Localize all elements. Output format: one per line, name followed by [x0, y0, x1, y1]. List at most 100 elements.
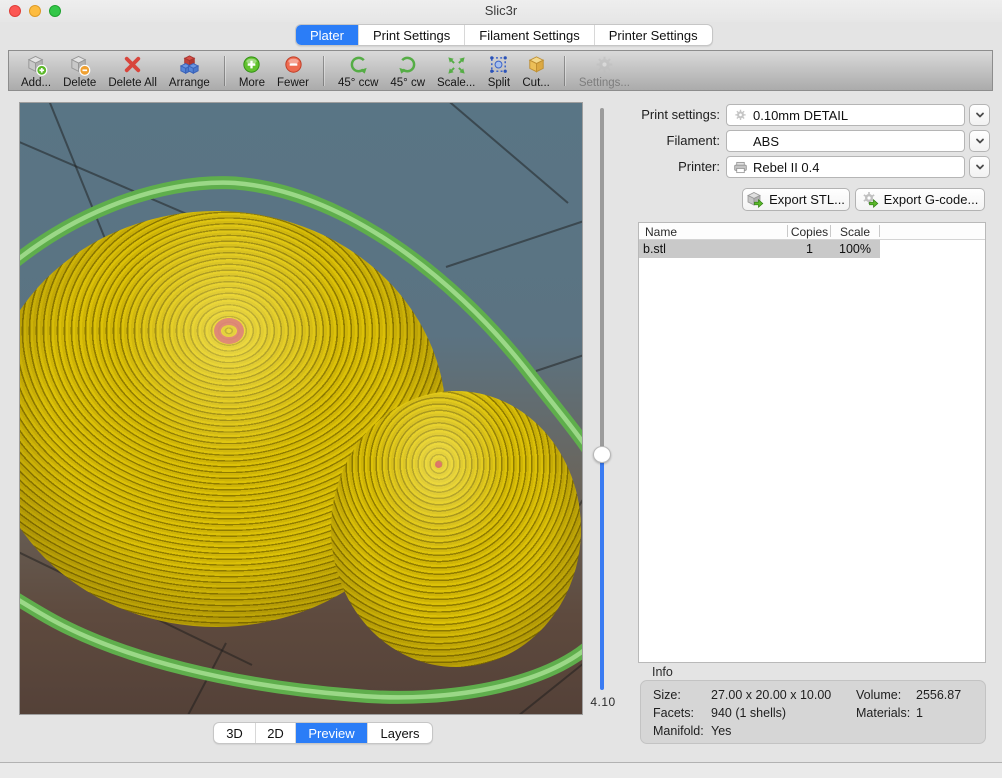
export-stl-button[interactable]: Export STL... [742, 188, 850, 211]
print-settings-label: Print settings: [620, 107, 720, 122]
info-materials-value: 1 [916, 706, 923, 720]
object-copies-cell: 1 [788, 242, 831, 256]
delete-all-label: Delete All [108, 77, 157, 90]
printer-label: Printer: [620, 159, 720, 174]
rotate-cw-button[interactable]: 45° cw [384, 52, 431, 90]
column-header-copies[interactable]: Copies [788, 225, 831, 239]
slic3r-window: Slic3r Plater Print Settings Filament Se… [0, 0, 1002, 778]
delete-button[interactable]: Delete [57, 52, 102, 90]
object-list-table[interactable]: Name Copies Scale b.stl 1 100% [638, 222, 986, 663]
export-gcode-button[interactable]: Export G-code... [855, 188, 985, 211]
object-name-cell: b.stl [643, 242, 666, 256]
info-manifold-value: Yes [711, 724, 731, 738]
delete-label: Delete [63, 77, 96, 90]
column-header-name[interactable]: Name [645, 225, 677, 239]
settings-icon [593, 54, 616, 77]
info-size-label: Size: [653, 688, 681, 702]
info-manifold-label: Manifold: [653, 724, 704, 738]
skirt-loop-path [20, 103, 583, 715]
filament-combo[interactable]: ABS [726, 130, 965, 152]
print-settings-value: 0.10mm DETAIL [753, 108, 848, 123]
printer-value: Rebel II 0.4 [753, 160, 820, 175]
cut-label: Cut... [522, 77, 549, 90]
status-strip [0, 762, 1002, 778]
rotate-ccw-button[interactable]: 45° ccw [332, 52, 384, 90]
window-title: Slic3r [0, 3, 1002, 18]
tab-plater[interactable]: Plater [296, 25, 359, 45]
view-mode-tabs: 3D 2D Preview Layers [213, 722, 433, 744]
add-part-icon [25, 54, 48, 77]
settings-button[interactable]: Settings... [573, 52, 636, 90]
export-gcode-icon [862, 191, 879, 208]
arrange-icon [178, 54, 201, 77]
view-tab-2d[interactable]: 2D [256, 723, 296, 743]
fewer-button[interactable]: Fewer [271, 52, 315, 90]
info-materials-label: Materials: [856, 706, 910, 720]
layer-slider-thumb[interactable] [593, 446, 611, 463]
column-divider [879, 225, 880, 237]
layer-slider-track[interactable] [600, 108, 604, 448]
printer-combo[interactable]: Rebel II 0.4 [726, 156, 965, 178]
split-icon [487, 54, 510, 77]
toolbar-separator [224, 56, 225, 86]
tab-print-settings[interactable]: Print Settings [359, 25, 465, 45]
object-row-bstl[interactable]: b.stl 1 100% [639, 240, 880, 258]
view-tab-layers[interactable]: Layers [368, 723, 432, 743]
preview-3d-canvas[interactable] [19, 102, 583, 715]
info-volume-label: Volume: [856, 688, 901, 702]
scale-icon [445, 54, 468, 77]
print-settings-dropdown-button[interactable] [969, 104, 990, 126]
title-bar: Slic3r [0, 0, 1002, 22]
view-tab-preview[interactable]: Preview [296, 723, 368, 743]
layer-slider-track-filled[interactable] [600, 456, 604, 690]
tab-filament-settings[interactable]: Filament Settings [465, 25, 594, 45]
toolbar-separator [323, 56, 324, 86]
print-settings-combo[interactable]: 0.10mm DETAIL [726, 104, 965, 126]
more-button[interactable]: More [233, 52, 271, 90]
printer-dropdown-button[interactable] [969, 156, 990, 178]
chevron-down-icon [973, 108, 987, 122]
main-tab-bar: Plater Print Settings Filament Settings … [295, 24, 713, 46]
scale-label: Scale... [437, 77, 475, 90]
info-size-value: 27.00 x 20.00 x 10.00 [711, 688, 831, 702]
toolbar-separator [564, 56, 565, 86]
column-header-scale[interactable]: Scale [831, 225, 879, 239]
printer-icon [733, 160, 748, 175]
filament-dropdown-button[interactable] [969, 130, 990, 152]
arrange-button[interactable]: Arrange [163, 52, 216, 90]
export-stl-label: Export STL... [769, 192, 845, 207]
object-table-header[interactable]: Name Copies Scale [639, 223, 985, 240]
delete-all-icon [121, 54, 144, 77]
fewer-label: Fewer [277, 77, 309, 90]
export-stl-icon [747, 191, 764, 208]
fewer-icon [282, 54, 305, 77]
filament-value: ABS [733, 134, 779, 149]
rotate-cw-label: 45° cw [390, 77, 425, 90]
scale-button[interactable]: Scale... [431, 52, 481, 90]
rotate-ccw-icon [347, 54, 370, 77]
split-button[interactable]: Split [481, 52, 516, 90]
cut-icon [525, 54, 548, 77]
info-volume-value: 2556.87 [916, 688, 961, 702]
add-button[interactable]: Add... [15, 52, 57, 90]
rotate-ccw-label: 45° ccw [338, 77, 378, 90]
export-gcode-label: Export G-code... [884, 192, 979, 207]
chevron-down-icon [973, 134, 987, 148]
info-facets-value: 940 (1 shells) [711, 706, 786, 720]
split-label: Split [488, 77, 510, 90]
info-section-title: Info [652, 665, 673, 679]
settings-label: Settings... [579, 77, 630, 90]
more-icon [240, 54, 263, 77]
cut-button[interactable]: Cut... [516, 52, 555, 90]
plater-toolbar: Add... Delete Delete All [8, 50, 993, 91]
delete-part-icon [68, 54, 91, 77]
object-scale-cell: 100% [831, 242, 879, 256]
layer-slider-value: 4.10 [584, 695, 622, 709]
delete-all-button[interactable]: Delete All [102, 52, 163, 90]
chevron-down-icon [973, 160, 987, 174]
tab-printer-settings[interactable]: Printer Settings [595, 25, 712, 45]
view-tab-3d[interactable]: 3D [214, 723, 256, 743]
filament-label: Filament: [620, 133, 720, 148]
arrange-label: Arrange [169, 77, 210, 90]
info-facets-label: Facets: [653, 706, 694, 720]
